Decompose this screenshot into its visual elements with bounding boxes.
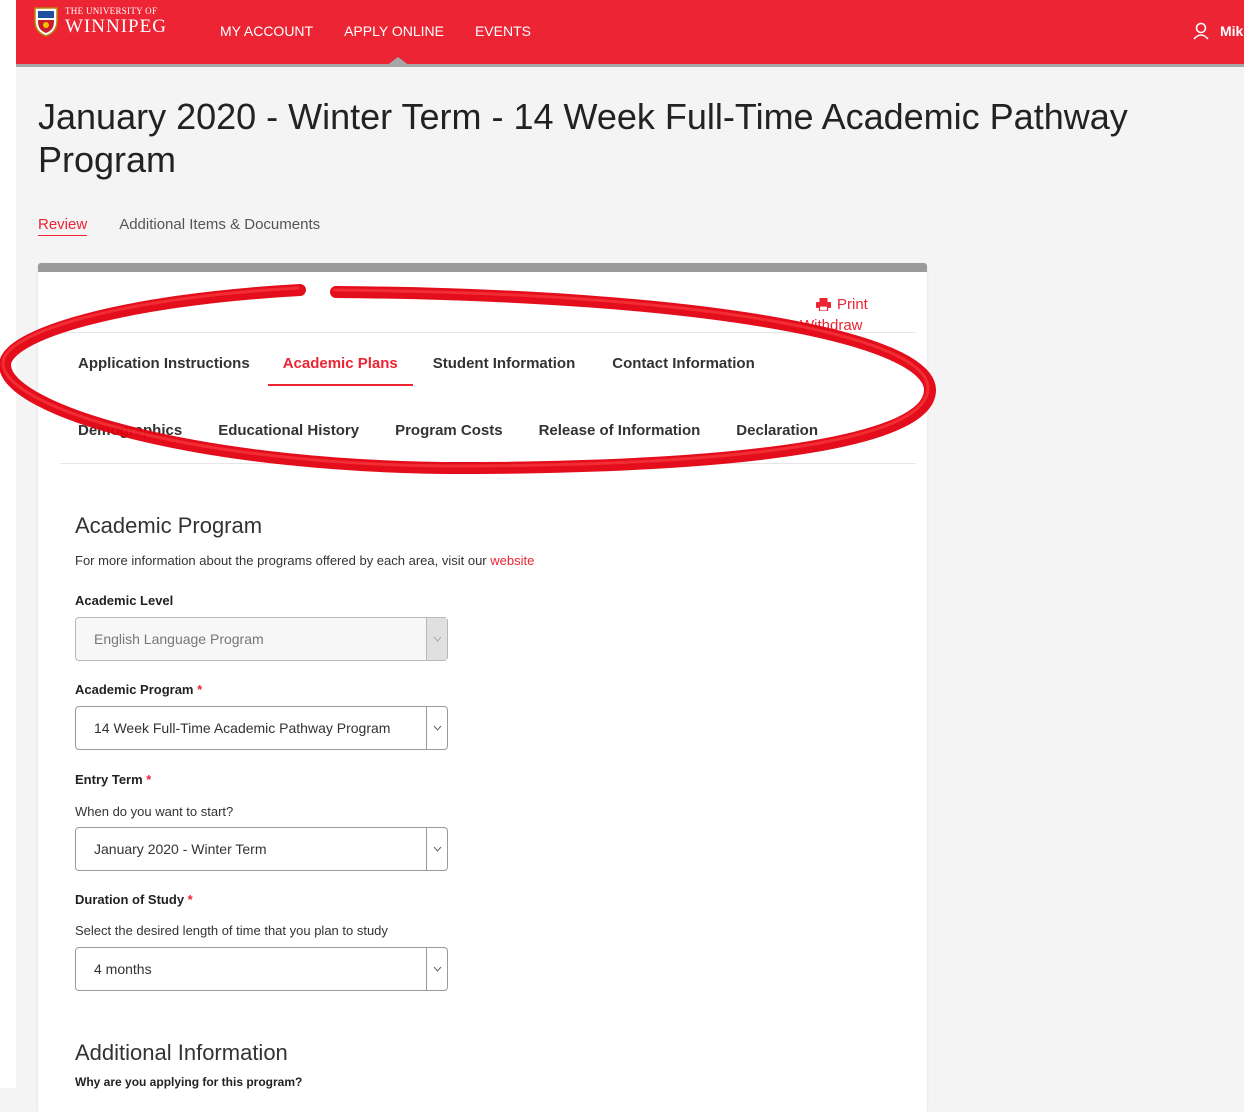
page-title: January 2020 - Winter Term - 14 Week Ful… [38,96,1128,180]
required-mark: * [197,682,203,697]
main-nav: MY ACCOUNT APPLY ONLINE EVENTS [220,23,531,39]
duration-help: Select the desired length of time that y… [75,923,388,938]
tab-student-information[interactable]: Student Information [433,355,576,386]
top-navigation-bar: THE UNIVERSITY OF WINNIPEG MY ACCOUNT AP… [16,0,1244,64]
tab-demographics[interactable]: Demographics [78,422,182,451]
entry-term-label-text: Entry Term [75,772,143,787]
nav-events[interactable]: EVENTS [475,23,531,39]
printer-icon [816,298,831,311]
duration-value: 4 months [94,961,152,977]
program-info-text: For more information about the programs … [75,553,534,568]
tab-application-instructions[interactable]: Application Instructions [78,355,250,386]
user-menu[interactable]: Mike [1192,22,1244,40]
tab-educational-history[interactable]: Educational History [218,422,359,451]
tab-release-of-information[interactable]: Release of Information [539,422,701,451]
required-mark: * [187,892,193,907]
academic-program-value: 14 Week Full-Time Academic Pathway Progr… [94,720,391,736]
tab-program-costs[interactable]: Program Costs [395,422,503,451]
topbar-border [16,64,1244,67]
crest-icon [34,7,58,37]
academic-program-label-text: Academic Program [75,682,194,697]
print-label: Print [837,296,868,313]
chevron-down-icon [426,618,447,660]
academic-level-value: English Language Program [94,631,264,647]
academic-program-label: Academic Program * [75,682,202,697]
academic-level-label: Academic Level [75,593,174,608]
nav-apply-online[interactable]: APPLY ONLINE [344,23,444,39]
print-button[interactable]: Print [816,294,868,315]
logo-small-text: THE UNIVERSITY OF [65,6,158,16]
duration-select[interactable]: 4 months [75,947,448,991]
card-actions: Print Withdraw [800,294,868,336]
divider-bottom [60,463,916,464]
entry-term-value: January 2020 - Winter Term [94,841,267,857]
active-nav-indicator [386,57,410,66]
university-logo[interactable]: THE UNIVERSITY OF WINNIPEG [33,6,167,37]
required-mark: * [146,772,152,787]
chevron-down-icon [426,828,447,870]
program-info-sentence: For more information about the programs … [75,553,487,568]
subtab-additional-items[interactable]: Additional Items & Documents [119,216,320,236]
website-link[interactable]: website [490,553,534,568]
duration-label-text: Duration of Study [75,892,185,907]
subtabs: Review Additional Items & Documents [38,216,320,236]
nav-my-account[interactable]: MY ACCOUNT [220,23,313,39]
academic-level-select: English Language Program [75,617,448,661]
section-title-academic-program: Academic Program [75,513,263,538]
logo-big-text: WINNIPEG [65,16,167,37]
why-applying-label: Why are you applying for this program? [75,1075,303,1089]
chevron-down-icon [426,948,447,990]
tab-contact-information[interactable]: Contact Information [612,355,755,386]
application-card: Print Withdraw Application Instructions … [38,263,927,1112]
user-icon [1193,22,1209,40]
chevron-down-icon [426,707,447,749]
tabs-row-2: Demographics Educational History Program… [78,422,818,451]
divider-top [60,332,916,333]
tab-academic-plans[interactable]: Academic Plans [267,355,413,386]
entry-term-help: When do you want to start? [75,804,234,819]
academic-program-select[interactable]: 14 Week Full-Time Academic Pathway Progr… [75,706,448,750]
tab-declaration[interactable]: Declaration [736,422,818,451]
left-strip [0,0,16,1088]
section-title-additional-info: Additional Information [75,1040,288,1065]
user-name: Mike [1220,23,1244,39]
tabs-row-1: Application Instructions Academic Plans … [78,355,755,386]
entry-term-label: Entry Term * [75,772,151,787]
duration-label: Duration of Study * [75,892,193,907]
entry-term-select[interactable]: January 2020 - Winter Term [75,827,448,871]
subtab-review[interactable]: Review [38,216,88,236]
